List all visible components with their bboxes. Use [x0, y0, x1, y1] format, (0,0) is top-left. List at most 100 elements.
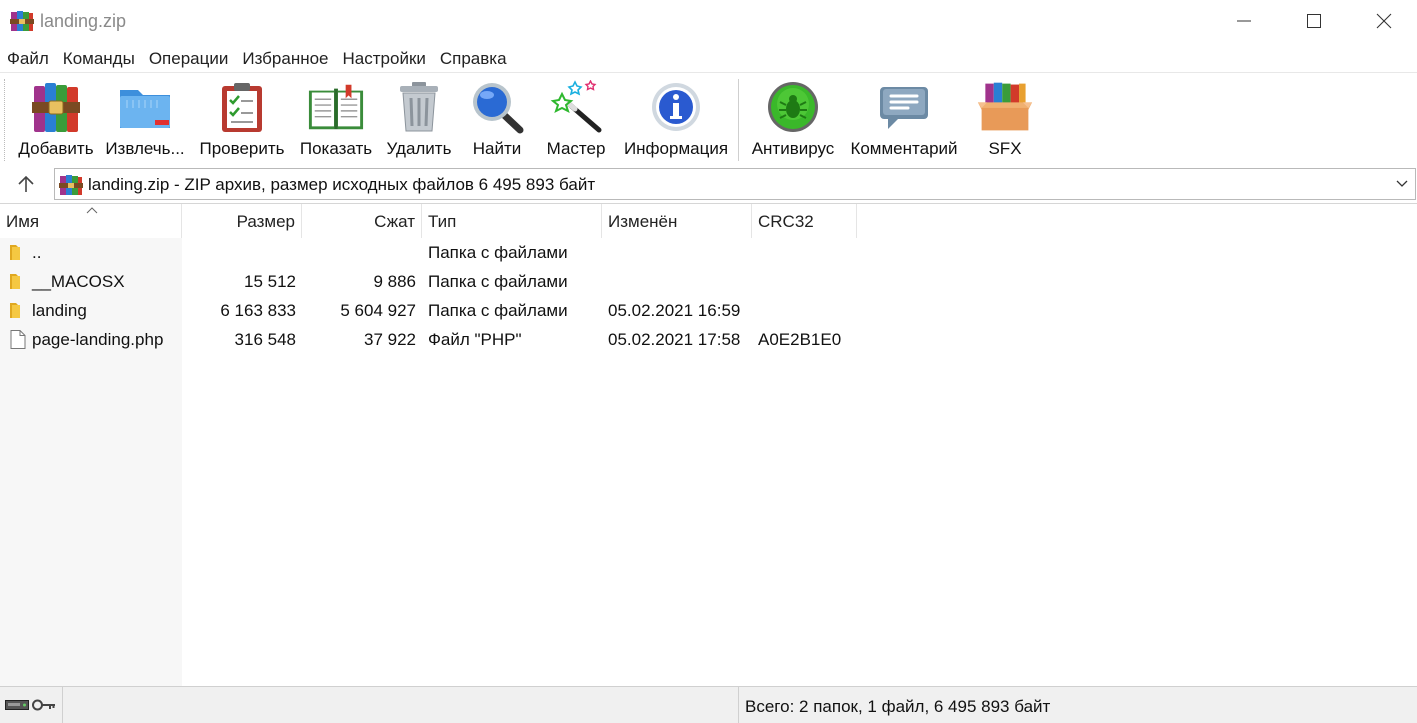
- delete-button[interactable]: Удалить: [384, 77, 454, 161]
- file-row[interactable]: __MACOSX 15 512 9 886 Папка с файлами: [0, 267, 1417, 296]
- file-size: [182, 238, 296, 267]
- minimize-button[interactable]: [1209, 0, 1279, 42]
- file-packed: 37 922: [364, 330, 416, 349]
- drive-icon[interactable]: [5, 699, 29, 711]
- file-size: 316 548: [234, 330, 296, 349]
- find-button[interactable]: Найти: [466, 77, 528, 161]
- column-header-size[interactable]: Размер: [182, 204, 302, 238]
- file-type: Папка с файлами: [428, 243, 568, 262]
- view-button[interactable]: Показать: [298, 77, 374, 161]
- winrar-books-icon: [59, 175, 83, 195]
- toolbar-separator: [738, 79, 739, 161]
- column-header-modified[interactable]: Изменён: [602, 204, 752, 238]
- add-button[interactable]: Добавить: [14, 77, 98, 161]
- file-packed: 5 604 927: [340, 301, 416, 320]
- status-summary: Всего: 2 папок, 1 файл, 6 495 893 байт: [745, 697, 1051, 716]
- status-info-panel: [63, 687, 739, 723]
- menu-settings[interactable]: Настройки: [336, 46, 433, 72]
- address-bar: landing.zip - ZIP архив, размер исходных…: [0, 166, 1417, 202]
- minimize-icon: [1237, 20, 1251, 22]
- menu-file[interactable]: Файл: [0, 46, 56, 72]
- menu-commands[interactable]: Команды: [56, 46, 142, 72]
- menu-operations[interactable]: Операции: [142, 46, 236, 72]
- comment-icon: [880, 87, 928, 129]
- file-packed: 9 886: [373, 272, 416, 291]
- column-header-crc[interactable]: CRC32: [752, 204, 857, 238]
- trash-icon: [400, 82, 438, 132]
- comment-button[interactable]: Комментарий: [846, 77, 962, 161]
- view-book-icon: [308, 84, 364, 130]
- toolbar-grip: [4, 79, 6, 161]
- sort-ascending-icon: [86, 207, 98, 214]
- extract-button[interactable]: Извлечь...: [104, 77, 186, 161]
- arrow-up-icon: [18, 175, 34, 192]
- file-icon: [10, 330, 26, 349]
- test-clipboard-icon: [222, 83, 262, 132]
- up-folder-button[interactable]: [12, 170, 40, 198]
- status-bar: Всего: 2 папок, 1 файл, 6 495 893 байт: [0, 686, 1417, 723]
- info-button-label: Информация: [623, 139, 729, 158]
- view-button-label: Показать: [299, 139, 373, 158]
- antivirus-button-label: Антивирус: [751, 139, 835, 158]
- file-modified: 05.02.2021 17:58: [608, 330, 741, 349]
- wizard-button-label: Мастер: [546, 139, 606, 158]
- info-button[interactable]: Информация: [620, 77, 732, 161]
- extract-folder-icon: [120, 90, 170, 128]
- sfx-button[interactable]: SFX: [972, 77, 1038, 161]
- window-title: landing.zip: [40, 11, 127, 31]
- antivirus-bug-icon: [768, 82, 818, 132]
- winrar-books-icon: [10, 11, 34, 31]
- file-crc: A0E2B1E0: [758, 330, 842, 349]
- column-header-name-label: Имя: [6, 212, 40, 231]
- folder-icon: [10, 245, 20, 260]
- wizard-button[interactable]: Мастер: [542, 77, 610, 161]
- menu-help[interactable]: Справка: [433, 46, 514, 72]
- column-header-packed[interactable]: Сжат: [302, 204, 422, 238]
- folder-icon: [10, 303, 20, 318]
- delete-button-label: Удалить: [386, 139, 452, 158]
- toolbar: Добавить Извлечь... Проверить Показать У…: [0, 72, 1417, 164]
- menu-bar: Файл Команды Операции Избранное Настройк…: [0, 46, 514, 72]
- status-icons: [0, 687, 63, 723]
- file-row[interactable]: .. Папка с файлами: [0, 238, 1417, 267]
- sfx-box-icon: [977, 82, 1033, 131]
- add-button-label: Добавить: [18, 139, 94, 158]
- file-size: 6 163 833: [220, 301, 296, 320]
- file-name: landing: [32, 301, 87, 320]
- close-button[interactable]: [1349, 0, 1417, 42]
- file-size: 15 512: [244, 272, 296, 291]
- wizard-wand-icon: [550, 80, 602, 133]
- maximize-button[interactable]: [1279, 0, 1349, 42]
- file-list: Имя Размер Сжат Тип Изменён CRC32 .. Пап…: [0, 203, 1417, 687]
- file-type: Папка с файлами: [428, 301, 568, 320]
- key-icon[interactable]: [32, 698, 56, 712]
- address-field[interactable]: landing.zip - ZIP архив, размер исходных…: [54, 168, 1416, 200]
- file-name: __MACOSX: [32, 272, 125, 291]
- maximize-icon: [1307, 14, 1321, 28]
- extract-button-label: Извлечь...: [105, 139, 185, 158]
- file-name: page-landing.php: [32, 330, 164, 349]
- file-row[interactable]: page-landing.php 316 548 37 922 Файл "PH…: [0, 325, 1417, 354]
- title-bar: landing.zip: [0, 0, 1417, 42]
- file-row[interactable]: landing 6 163 833 5 604 927 Папка с файл…: [0, 296, 1417, 325]
- antivirus-button[interactable]: Антивирус: [748, 77, 838, 161]
- file-type: Папка с файлами: [428, 272, 568, 291]
- add-archive-icon: [32, 83, 80, 132]
- find-button-label: Найти: [472, 139, 522, 158]
- info-icon: [652, 83, 700, 131]
- column-header-row: Имя Размер Сжат Тип Изменён CRC32: [0, 204, 1417, 238]
- comment-button-label: Комментарий: [850, 139, 958, 158]
- chevron-down-icon[interactable]: [1395, 177, 1409, 191]
- find-magnifier-icon: [473, 83, 524, 134]
- column-header-name[interactable]: Имя: [0, 204, 182, 238]
- file-type: Файл "PHP": [428, 330, 522, 349]
- menu-favorites[interactable]: Избранное: [235, 46, 335, 72]
- column-header-type[interactable]: Тип: [422, 204, 602, 238]
- close-icon: [1376, 13, 1392, 29]
- sfx-button-label: SFX: [988, 139, 1022, 158]
- folder-icon: [10, 274, 20, 289]
- test-button[interactable]: Проверить: [196, 77, 288, 161]
- address-text: landing.zip - ZIP архив, размер исходных…: [88, 175, 596, 194]
- file-packed: [302, 238, 416, 267]
- test-button-label: Проверить: [199, 139, 285, 158]
